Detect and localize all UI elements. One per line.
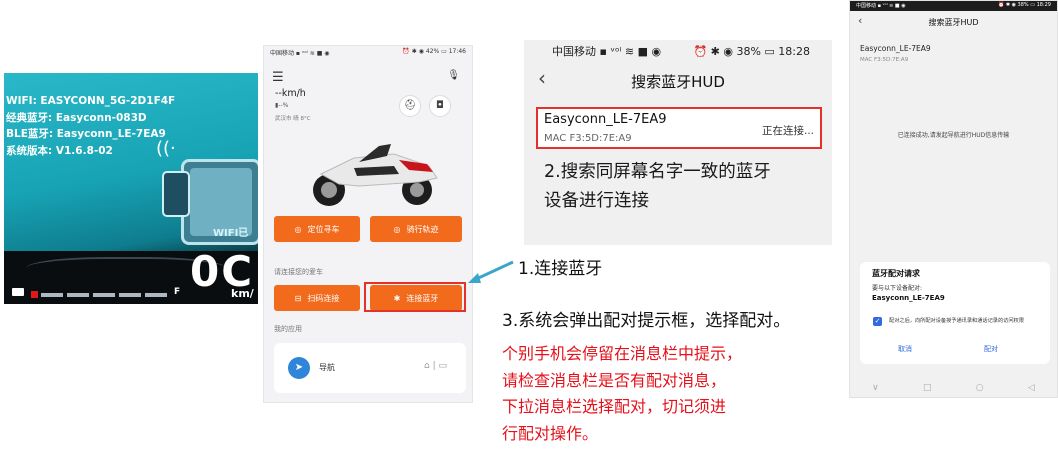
step2-line1: 2.搜索同屏幕名字一致的蓝牙 [544,162,771,182]
cancel-button[interactable]: 取消 [898,344,912,354]
step1-caption: 1.连接蓝牙 [518,259,603,279]
scan-icon: ⊟ [294,293,302,303]
pairing-screen: 中国移动 ▪ ᵛᵒˡ ≋ ■ ◉ ⏰ ✱ ◉ 38% ▭ 18:29 ‹ 搜索蓝… [849,0,1058,398]
hud-version-line: 系统版本: V1.6.8-02 [6,144,113,157]
nav-bar: ‹ 搜索蓝牙HUD [850,11,1057,33]
checkbox-checked-icon[interactable]: ✓ [873,317,882,326]
riding-track-label: 骑行轨迹 [406,224,439,234]
scooter-image [313,144,438,206]
status-bar: 中国移动 ▪ ᵛᵒˡ ≋ ■ ◉ ⏰ ✱ ◉ 38% ▭ 18:28 [524,40,832,62]
nav-back-icon[interactable]: ◁ [1028,383,1035,393]
dialog-title: 蓝牙配对请求 [872,269,920,278]
app-battery: ▮--% [275,102,289,109]
scan-connect-button[interactable]: ⊟ 扫码连接 [274,285,360,311]
status-bar: 中国移动 ▪ ᵛᵒˡ ≋ ■ ◉ ⏰ ✱ ◉ 42% ▭ 17:46 [264,46,472,58]
location-pin-icon: ◎ [294,224,302,234]
search-hud-screen: 中国移动 ▪ ᵛᵒˡ ≋ ■ ◉ ⏰ ✱ ◉ 38% ▭ 18:28 ‹ 搜索蓝… [524,40,832,245]
battery-icon [12,288,24,296]
device-name: Easyconn_LE-7EA9 [860,44,931,53]
pointer-arrow [468,260,514,283]
status-right: ⏰ ✱ ◉ 38% ▭ 18:29 [998,2,1051,8]
nav-down-icon[interactable]: ∨ [872,383,879,393]
hud-wifi-status: WIFI已 [213,228,249,239]
system-nav-bar: ∨ □ ○ ◁ [850,376,1057,397]
navigation-app-label: 导航 [319,363,335,372]
note-line1: 个别手机会停留在消息栏中提示， [502,344,743,363]
step2-instruction: 2.搜索同屏幕名字一致的蓝牙 设备进行连接 [544,158,771,216]
app-speed: --km/h [275,88,306,99]
status-right: ⏰ ✱ ◉ 38% ▭ 18:28 [693,44,810,58]
step2-line2: 设备进行连接 [544,191,649,211]
nav-bar: ‹ 搜索蓝牙HUD [524,62,832,100]
menu-icon[interactable]: ☰ [272,70,284,85]
track-icon: ◎ [393,224,401,234]
wifi-signal-icon: ((· [156,138,176,159]
hud-screen: WIFI: EASYCONN_5G-2D1F4F 经典蓝牙: Easyconn-… [4,73,258,304]
fuel-gauge [41,293,171,297]
locate-car-button[interactable]: ◎ 定位寻车 [274,216,360,242]
device-list-item[interactable]: Easyconn_LE-7EA9 MAC F3:5D:7E:A9 正在连接... [536,107,822,149]
note-line3: 下拉消息栏选择配对，切记须进 [502,397,727,416]
nav-home-icon[interactable]: ○ [976,383,984,393]
page-title: 搜索蓝牙HUD [928,18,979,27]
fuel-full-mark: F [174,287,181,297]
device-mac: MAC F3:5D:7E:A9 [860,57,909,63]
warning-indicator [31,291,38,298]
hud-speed-unit: km/ [231,287,254,300]
bluetooth-button-highlight [364,282,466,312]
dialog-subtitle: 要与以下设备配对: [872,285,923,292]
status-left: 中国移动 ▪ ᵛᵒˡ ≋ ■ ◉ [856,3,906,9]
app-weather: 武汉市 晴 8°C [275,116,311,122]
pair-button[interactable]: 配对 [984,344,998,354]
dialog-device-name: Easyconn_LE-7EA9 [872,294,945,302]
dialog-permission-note: 配对之后，向所配对设备授予通讯录和通话记录的访问权限 [889,318,1024,324]
bluetooth-pair-dialog: 蓝牙配对请求 要与以下设备配对: Easyconn_LE-7EA9 ✓ 配对之后… [860,262,1050,364]
hud-classic-bt-line: 经典蓝牙: Easyconn-083D [6,111,147,124]
note-line4: 行配对操作。 [502,423,599,443]
connected-message: 已连接成功,请发起导航进行HUD信息传输 [897,132,1010,139]
back-arrow-icon[interactable]: ‹ [538,66,546,90]
device-name: Easyconn_LE-7EA9 [544,112,667,127]
connection-status: 正在连接... [761,125,814,137]
warning-note: 个别手机会停留在消息栏中提示， 请检查消息栏是否有配对消息， 下拉消息栏选择配对… [502,341,742,447]
status-left: 中国移动 ▪ ᵛᵒˡ ≋ ■ ◉ [270,50,330,57]
microphone-icon[interactable]: 🎙 [447,70,460,81]
nav-recent-icon[interactable]: □ [923,383,932,393]
status-right: ⏰ ✱ ◉ 42% ▭ 17:46 [402,48,466,55]
status-left: 中国移动 ▪ ᵛᵒˡ ≋ ■ ◉ [552,45,662,58]
status-bar: 中国移动 ▪ ᵛᵒˡ ≋ ■ ◉ ⏰ ✱ ◉ 38% ▭ 18:29 [850,1,1057,11]
connect-car-heading: 请连接您的爱车 [274,268,323,276]
app-home-screen: 中国移动 ▪ ᵛᵒˡ ≋ ■ ◉ ⏰ ✱ ◉ 42% ▭ 17:46 ☰ 🎙 -… [263,45,473,403]
page-title: 搜索蓝牙HUD [631,72,725,91]
navigation-icon: ➤ [288,357,310,379]
locate-car-label: 定位寻车 [307,224,340,234]
my-apps-heading: 我的应用 [274,325,302,333]
device-mac: MAC F3:5D:7E:A9 [544,133,632,144]
step3-caption: 3.系统会弹出配对提示框，选择配对。 [502,311,791,331]
hud-ble-line: BLE蓝牙: Easyconn_LE-7EA9 [6,128,166,140]
lock-icon[interactable]: ◘ [429,95,451,117]
note-line2: 请检查消息栏是否有配对消息， [502,370,727,390]
home-and-work-icons[interactable]: ⌂ | ▭ [424,361,447,371]
riding-track-button[interactable]: ◎ 骑行轨迹 [370,216,462,242]
hud-wifi-line: WIFI: EASYCONN_5G-2D1F4F [6,95,176,107]
scan-connect-label: 扫码连接 [307,293,340,303]
helmet-icon[interactable]: ⛑ [399,95,421,117]
phone-illustration [162,171,190,217]
hud-info-block: WIFI: EASYCONN_5G-2D1F4F 经典蓝牙: Easyconn-… [6,93,175,159]
